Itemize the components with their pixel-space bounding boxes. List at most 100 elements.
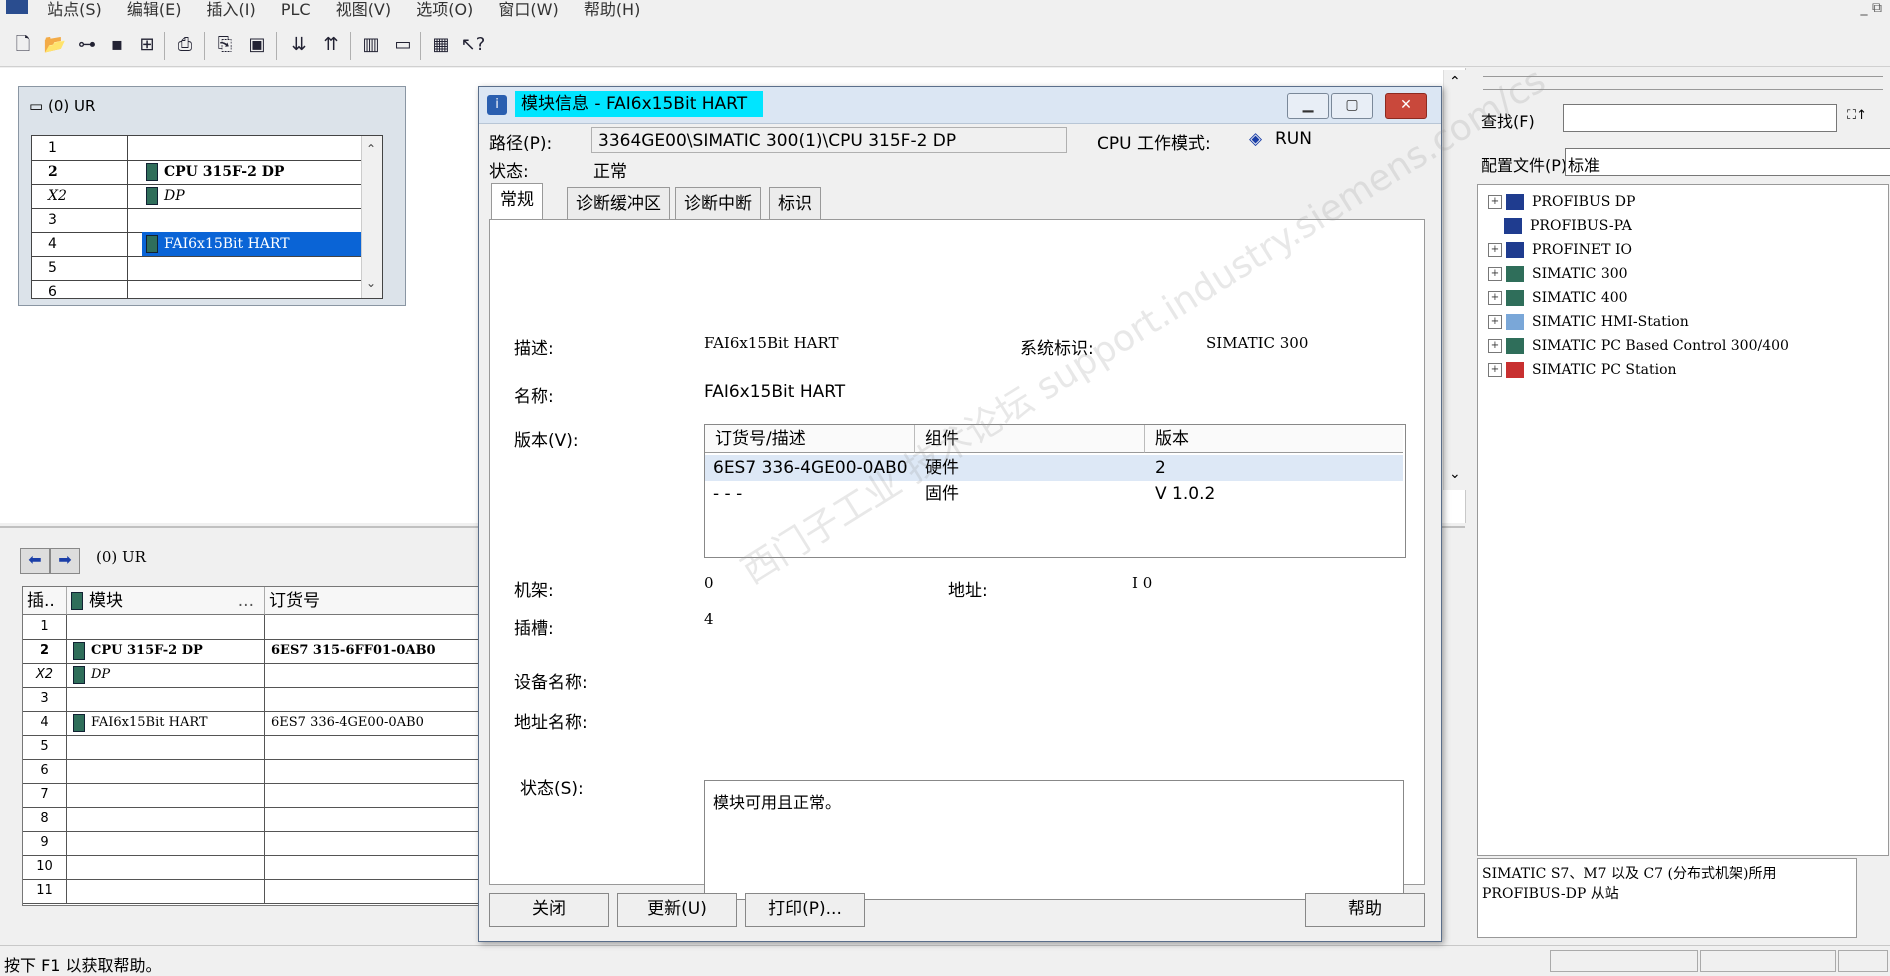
tree-item[interactable]: + SIMATIC PC Based Control 300/400 <box>1488 335 1789 357</box>
network-icon[interactable]: ⊶ <box>74 32 100 58</box>
tree-item[interactable]: + SIMATIC 300 <box>1488 263 1628 285</box>
rack-row[interactable]: 1 <box>32 136 362 161</box>
col-order[interactable]: 订货号 <box>265 587 483 615</box>
copy-icon[interactable]: ⎘ <box>212 32 238 58</box>
plc-icon <box>1506 290 1524 306</box>
tab-general[interactable]: 常规 <box>491 183 543 220</box>
rack-row[interactable]: X2 DP <box>32 184 362 209</box>
col-slot[interactable]: 插.. <box>23 587 67 615</box>
toolbar: 🗋 📂 ⊶ ▪ ⊞ ⎙ ⎘ ▣ ⇊ ⇈ ▥ ▭ ▦ ↖? <box>0 24 1890 67</box>
tab-diagnostic-interrupt[interactable]: 诊断中断 <box>675 187 761 220</box>
col-version[interactable]: 版本 <box>1145 425 1403 453</box>
path-field: 3364GE00\SIMATIC 300(1)\CPU 315F-2 DP <box>591 127 1067 153</box>
find-input[interactable] <box>1563 104 1837 132</box>
close-window-button[interactable]: ✕ <box>1385 93 1427 119</box>
general-tab-panel: 描述: FAI6x15Bit HART 系统标识: SIMATIC 300 名称… <box>489 60 1553 900</box>
tree-item[interactable]: + SIMATIC PC Station <box>1488 359 1677 381</box>
module-icon <box>73 641 85 660</box>
chevron-up-icon[interactable]: ⌃ <box>366 142 376 156</box>
tab-diagnostic-buffer[interactable]: 诊断缓冲区 <box>567 187 670 220</box>
table-row[interactable]: 10 <box>23 855 483 880</box>
print-button[interactable]: 打印(P)... <box>745 893 865 927</box>
dialog-title: 模块信息 - FAI6x15Bit HART <box>515 91 764 117</box>
catalog-icon[interactable]: ▥ <box>358 32 384 58</box>
print-icon[interactable]: ⎙ <box>172 32 198 58</box>
menu-edit[interactable]: 编辑(E) <box>117 2 192 18</box>
rack-scrollbar[interactable]: ⌃ ⌄ <box>361 136 382 298</box>
table-row[interactable]: 6 <box>23 759 483 784</box>
table-row[interactable]: 5 <box>23 735 483 760</box>
back-arrow-icon[interactable]: ⬅ <box>20 548 50 574</box>
profile-select[interactable]: 标准 <box>1565 148 1890 176</box>
menu-help[interactable]: 帮助(H) <box>574 2 651 18</box>
menu-plc[interactable]: PLC <box>271 2 321 18</box>
table-row[interactable]: 7 <box>23 783 483 808</box>
diagnostics-icon[interactable]: ▦ <box>428 32 454 58</box>
cpu-mode-label: CPU 工作模式: <box>1097 134 1211 154</box>
table-row[interactable]: 1 <box>23 615 483 640</box>
chevron-down-icon[interactable]: ⌄ <box>366 276 376 290</box>
rack-row-selected[interactable]: 4 FAI6x15Bit HART <box>32 232 366 257</box>
help-button[interactable]: 帮助 <box>1305 893 1425 927</box>
menu-insert[interactable]: 插入(I) <box>197 2 266 18</box>
tree-item[interactable]: PROFIBUS-PA <box>1488 215 1632 237</box>
pc-station-icon <box>1506 362 1524 378</box>
table-row[interactable]: 4 FAI6x15Bit HART 6ES7 336-4GE00-0AB0 <box>23 711 483 736</box>
paste-icon[interactable]: ▣ <box>244 32 270 58</box>
rack-row[interactable]: 3 <box>32 208 362 233</box>
plc-icon <box>1506 266 1524 282</box>
minimize-button[interactable]: ▁ <box>1287 93 1329 119</box>
catalog-tree: + PROFIBUS DP PROFIBUS-PA + PROFINET IO + S… <box>1477 184 1889 856</box>
save-icon[interactable]: ▪ <box>104 32 130 58</box>
rack-icon: ▭ <box>29 97 44 115</box>
module-info-dialog: i 模块信息 - FAI6x15Bit HART ▁ ▢ ✕ 路径(P): 33… <box>478 60 1553 942</box>
window-icon[interactable]: ▭ <box>390 32 416 58</box>
module-icon <box>73 713 85 732</box>
status-panel <box>1700 950 1836 972</box>
tree-item[interactable]: + PROFIBUS DP <box>1488 191 1635 213</box>
table-row[interactable]: X2 DP <box>23 663 483 688</box>
table-row[interactable]: 9 <box>23 831 483 856</box>
context-help-icon[interactable]: ↖? <box>460 32 486 58</box>
tree-item[interactable]: + SIMATIC 400 <box>1488 287 1628 309</box>
rack-row[interactable]: 2 CPU 315F-2 DP <box>32 160 362 185</box>
table-row[interactable]: 2 CPU 315F-2 DP 6ES7 315-6FF01-0AB0 <box>23 639 483 664</box>
version-row[interactable]: 6ES7 336-4GE00-0AB0 硬件 2 <box>705 455 1403 481</box>
rack-table: 1 2 CPU 315F-2 DP X2 DP 3 4 FAI6x15Bit HART… <box>31 135 383 299</box>
module-icon <box>146 235 158 253</box>
chevron-up-icon[interactable]: ⌃ <box>1449 74 1461 90</box>
state-label: 状态: <box>489 162 529 182</box>
menu-options[interactable]: 选项(O) <box>406 2 483 18</box>
rack-row[interactable]: 6 <box>32 280 362 298</box>
table-row[interactable]: 3 <box>23 687 483 712</box>
rack-row[interactable]: 5 <box>32 256 362 281</box>
menu-station[interactable]: 站点(S) <box>37 2 112 18</box>
rack-window: ▭ (0) UR 1 2 CPU 315F-2 DP X2 DP 3 4 FAI6x1… <box>18 86 406 306</box>
col-order-desc[interactable]: 订货号/描述 <box>705 425 915 453</box>
table-row[interactable]: 11 <box>23 879 483 904</box>
rack-label: 机架: <box>514 581 554 601</box>
window-controls[interactable]: _ ⧉ <box>1861 0 1882 16</box>
forward-arrow-icon[interactable]: ➡ <box>50 548 80 574</box>
tab-identification[interactable]: 标识 <box>769 187 821 220</box>
dialog-titlebar[interactable]: i 模块信息 - FAI6x15Bit HART ▁ ▢ ✕ <box>479 87 1441 124</box>
close-button[interactable]: 关闭 <box>489 893 609 927</box>
compile-icon[interactable]: ⊞ <box>134 32 160 58</box>
description-value: FAI6x15Bit HART <box>704 334 839 352</box>
menu-window[interactable]: 窗口(W) <box>488 2 568 18</box>
update-button[interactable]: 更新(U) <box>617 893 737 927</box>
new-icon[interactable]: 🗋 <box>10 32 36 58</box>
tree-item[interactable]: + PROFINET IO <box>1488 239 1632 261</box>
download-icon[interactable]: ⇊ <box>286 32 312 58</box>
tree-item[interactable]: + SIMATIC HMI-Station <box>1488 311 1689 333</box>
table-row[interactable]: 8 <box>23 807 483 832</box>
status-textarea[interactable]: 模块可用且正常。 <box>704 780 1404 900</box>
find-next-icon[interactable]: ⛶↑ <box>1847 108 1867 123</box>
open-icon[interactable]: 📂 <box>42 32 68 58</box>
upload-icon[interactable]: ⇈ <box>318 32 344 58</box>
maximize-button[interactable]: ▢ <box>1331 93 1373 119</box>
slot-label: 插槽: <box>514 619 554 639</box>
col-module[interactable]: 模块... <box>67 587 265 615</box>
menu-view[interactable]: 视图(V) <box>326 2 401 18</box>
chevron-down-icon[interactable]: ⌄ <box>1449 466 1461 482</box>
